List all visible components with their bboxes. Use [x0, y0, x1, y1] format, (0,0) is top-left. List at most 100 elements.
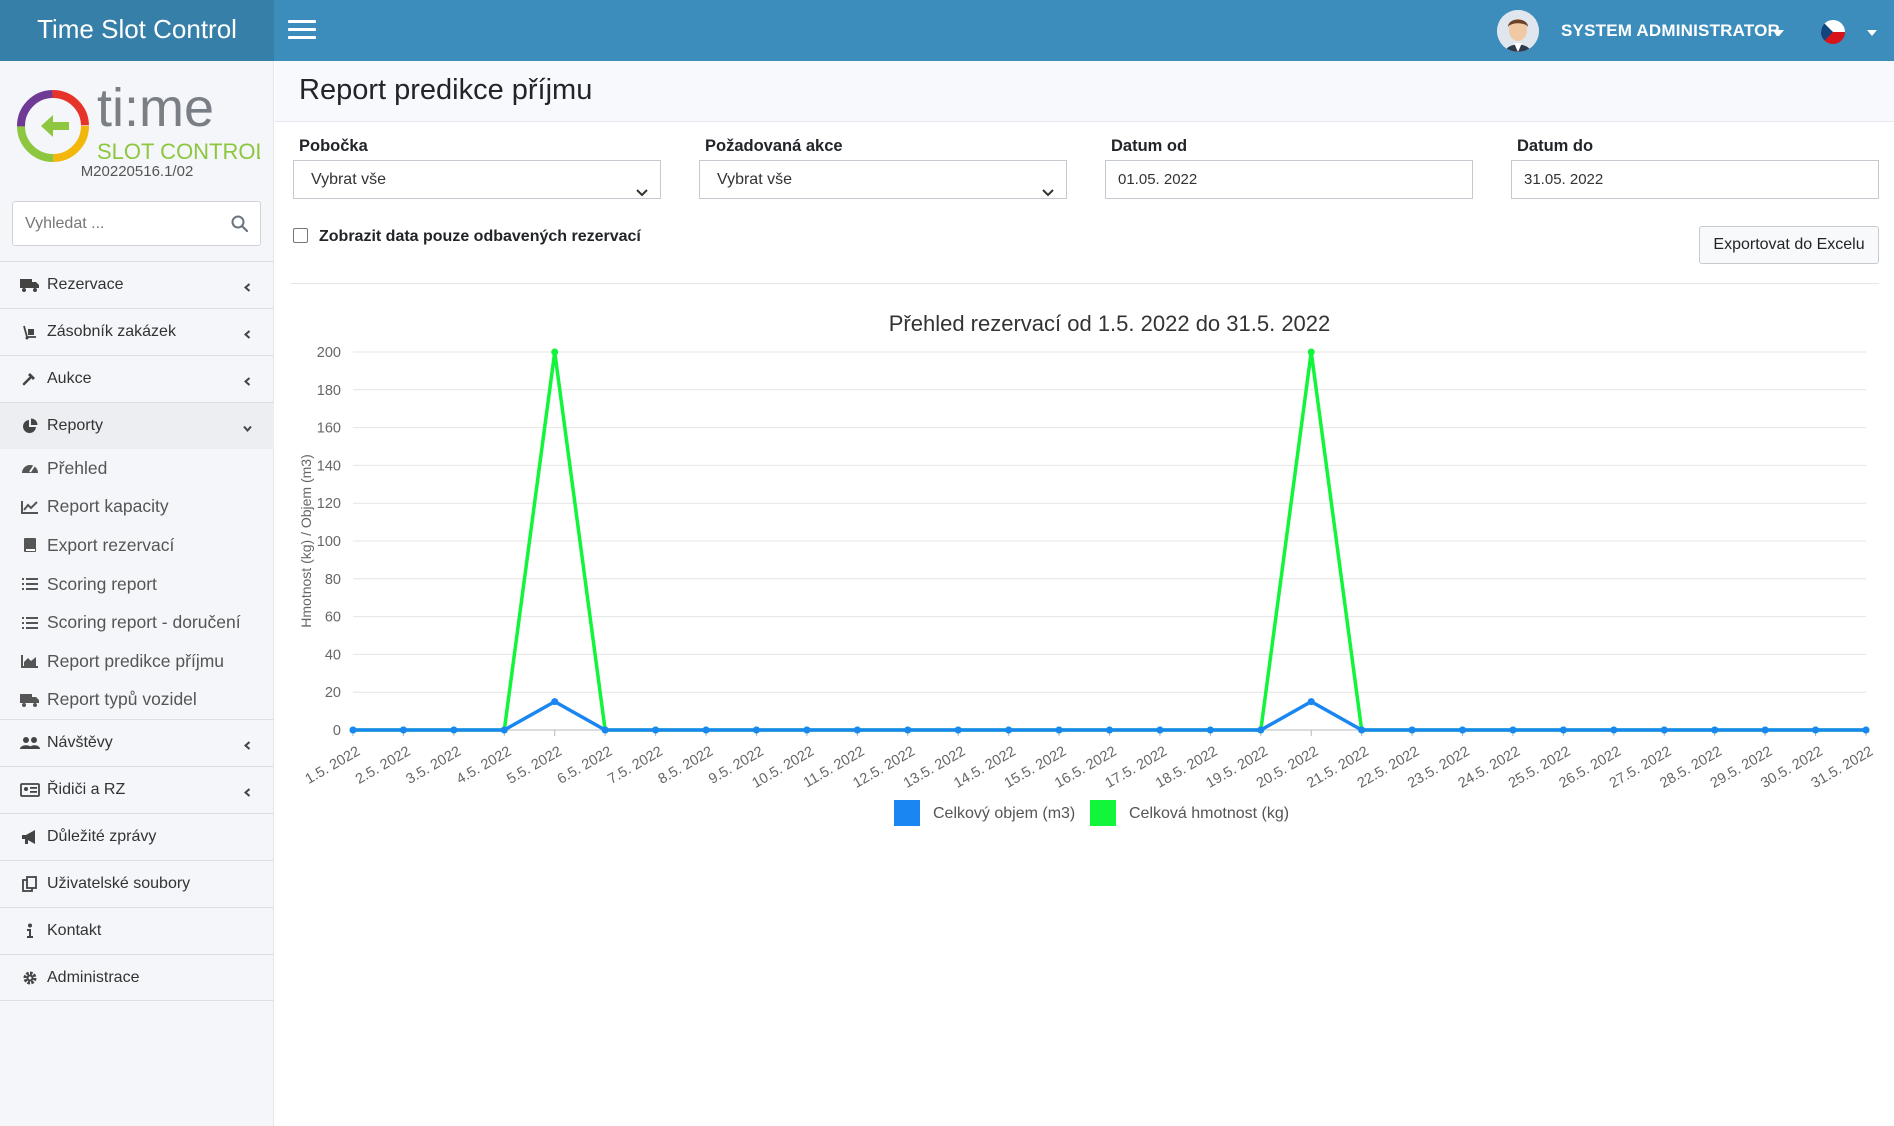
area-chart-icon [19, 652, 41, 670]
user-menu[interactable]: SYSTEM ADMINISTRATOR [1561, 21, 1780, 41]
action-select-value: Vybrat vše [717, 171, 792, 188]
app-logo: ti:me SLOT CONTROL [15, 73, 268, 165]
processed-only-label[interactable]: Zobrazit data pouze odbavených rezervací [319, 228, 641, 246]
data-point [1005, 726, 1013, 734]
sidebar-item-label: Návštěvy [47, 734, 113, 752]
chevron-left-icon [243, 737, 252, 750]
chevron-left-icon [243, 373, 252, 386]
language-dropdown-caret-icon[interactable] [1867, 30, 1877, 36]
avatar[interactable] [1497, 10, 1539, 52]
processed-only-checkbox[interactable] [293, 228, 308, 243]
y-tick-label: 60 [325, 610, 341, 626]
sidebar-item-label: Aukce [47, 370, 92, 387]
data-point [1307, 698, 1315, 706]
sidebar-subitem-report-kapacity[interactable]: Report kapacity [0, 488, 274, 527]
action-label: Požadovaná akce [705, 137, 843, 155]
line-chart-icon [19, 498, 41, 516]
sidebar-subitem-export-rezervaci[interactable]: Export rezervací [0, 526, 274, 565]
chevron-left-icon [243, 279, 252, 292]
data-point [954, 726, 962, 734]
data-point [1812, 726, 1820, 734]
chevron-down-icon [243, 420, 252, 433]
sidebar-item-label: Řidiči a RZ [47, 781, 126, 799]
search-icon[interactable] [231, 215, 249, 237]
sidebar-item-aukce[interactable]: Aukce [0, 355, 274, 402]
logo-brand-text: ti:me [97, 78, 214, 138]
x-tick-label: 3.5. 2022 [403, 744, 463, 788]
data-point [752, 726, 760, 734]
sidebar-subitem-label: Export rezervací [47, 534, 175, 555]
x-tick-label: 5.5. 2022 [504, 744, 564, 788]
sidebar-subitem-label: Report predikce příjmu [47, 650, 225, 671]
sidebar-subitem-label: Přehled [47, 457, 108, 478]
sidebar-item-rezervace[interactable]: Rezervace [0, 261, 274, 308]
hamburger-icon[interactable] [288, 20, 316, 40]
date-from-input[interactable]: 01.05. 2022 [1105, 160, 1473, 199]
branch-select[interactable]: Vybrat vše [293, 160, 661, 199]
data-point [551, 348, 559, 356]
y-tick-label: 40 [325, 647, 341, 663]
sidebar-item-label: Kontakt [47, 922, 102, 940]
sidebar-item-zasobnik-zakazek[interactable]: Zásobník zakázek [0, 308, 274, 355]
sidebar-subitem-scoring-report[interactable]: Scoring report [0, 565, 274, 604]
dolly-icon [19, 323, 41, 341]
branch-label: Pobočka [299, 137, 368, 155]
book-icon [19, 536, 41, 554]
sidebar-item-label: Rezervace [47, 276, 124, 293]
sidebar-item-kontakt[interactable]: Kontakt [0, 907, 274, 954]
sidebar-item-ridici-a-rz[interactable]: Řidiči a RZ [0, 766, 274, 813]
export-excel-button[interactable]: Exportovat do Excelu [1699, 226, 1879, 264]
sidebar-subitem-scoring-report-doruceni[interactable]: Scoring report - doručení [0, 603, 274, 642]
sidebar-item-label: Administrace [47, 968, 140, 986]
data-point [349, 726, 357, 734]
x-tick-label: 4.5. 2022 [454, 744, 514, 788]
app-title[interactable]: Time Slot Control [0, 0, 274, 61]
data-point [1156, 726, 1164, 734]
action-select[interactable]: Vybrat vše [699, 160, 1067, 199]
y-tick-label: 200 [317, 345, 341, 361]
sidebar-menu: Rezervace Zásobník zakázek Aukce Reporty… [0, 261, 274, 1002]
x-tick-label: 7.5. 2022 [605, 744, 665, 788]
data-point [1206, 726, 1214, 734]
dashboard-gauge-icon [19, 459, 41, 477]
pie-chart-icon [19, 417, 41, 435]
data-point [853, 726, 861, 734]
data-point [803, 726, 811, 734]
sidebar-subitem-label: Scoring report - doručení [47, 612, 241, 633]
users-icon [19, 734, 41, 752]
sidebar-item-uzivatelske-soubory[interactable]: Uživatelské soubory [0, 860, 274, 907]
x-tick-label: 2.5. 2022 [353, 744, 413, 788]
sidebar-subitem-label: Report kapacity [47, 496, 169, 517]
gavel-icon [19, 370, 41, 388]
date-from-label: Datum od [1111, 137, 1188, 155]
sidebar-item-label: Reporty [47, 417, 104, 434]
sidebar-subitem-prehled[interactable]: Přehled [0, 449, 274, 488]
data-point [1711, 726, 1719, 734]
sidebar-item-dulezite-zpravy[interactable]: Důležité zprávy [0, 813, 274, 860]
sidebar: ti:me SLOT CONTROL M20220516.1/02 Rezerv… [0, 61, 274, 1126]
chevron-left-icon [243, 784, 252, 797]
czech-flag-icon[interactable] [1821, 20, 1845, 44]
data-point [652, 726, 660, 734]
date-to-input[interactable]: 31.05. 2022 [1511, 160, 1879, 199]
truck-icon [19, 691, 41, 709]
gear-icon [19, 969, 41, 987]
sidebar-subitem-report-typu-vozidel[interactable]: Report typů vozidel [0, 681, 274, 720]
y-tick-label: 100 [317, 534, 341, 550]
data-point [551, 698, 559, 706]
data-point [1307, 348, 1315, 356]
list-icon [19, 575, 41, 593]
id-card-icon [19, 781, 41, 799]
data-point [1106, 726, 1113, 734]
sidebar-subitem-report-predikce-prijmu[interactable]: Report predikce příjmu [0, 642, 274, 681]
megaphone-icon [19, 828, 41, 846]
data-point [450, 726, 458, 734]
user-dropdown-caret-icon[interactable] [1774, 30, 1784, 36]
sidebar-item-administrace[interactable]: Administrace [0, 954, 274, 1002]
x-tick-label: 8.5. 2022 [656, 744, 716, 788]
data-point [1761, 726, 1769, 734]
sidebar-item-navstevy[interactable]: Návštěvy [0, 719, 274, 766]
sidebar-item-label: Důležité zprávy [47, 828, 157, 846]
sidebar-item-reporty[interactable]: Reporty [0, 402, 274, 449]
search-input[interactable] [13, 202, 213, 245]
